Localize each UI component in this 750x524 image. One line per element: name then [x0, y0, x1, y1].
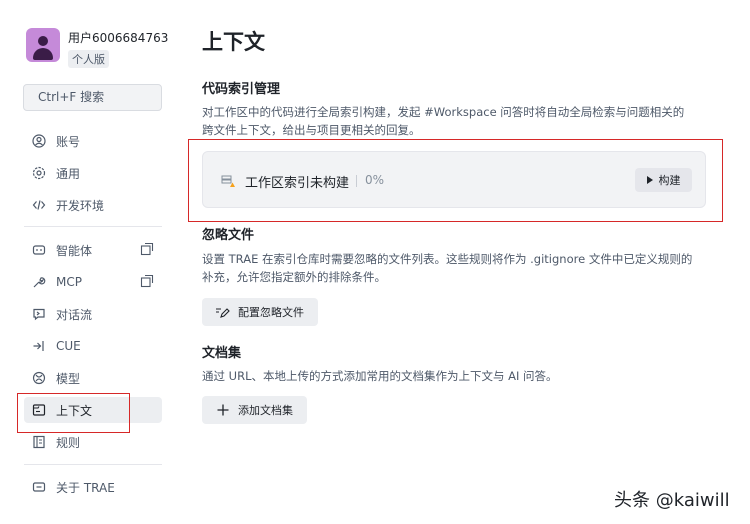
edit-icon	[215, 305, 230, 320]
sidebar-item-label: 对话流	[56, 307, 93, 322]
sidebar-item-cue[interactable]: CUE	[24, 333, 162, 359]
sidebar-divider	[24, 464, 162, 465]
watermark: 头条 @kaiwill	[614, 490, 730, 511]
add-docs-label: 添加文档集	[238, 404, 293, 417]
sidebar-item-label: 模型	[56, 371, 81, 386]
chat-icon	[31, 306, 47, 322]
code-index-title: 代码索引管理	[202, 82, 281, 97]
gear-icon	[31, 165, 47, 181]
sidebar-item-label: 开发环境	[56, 198, 105, 213]
sidebar-item-model[interactable]: 模型	[24, 365, 162, 391]
sidebar-item-label: 关于 TRAE	[56, 480, 115, 495]
code-index-description: 对工作区中的代码进行全局索引构建，发起 #Workspace 问答时将自动全局检…	[202, 105, 685, 137]
external-link-icon[interactable]	[140, 274, 154, 288]
docs-title: 文档集	[202, 346, 242, 361]
edition-badge: 个人版	[68, 50, 109, 68]
sidebar-item-mcp[interactable]: MCP	[24, 269, 162, 295]
model-icon	[31, 370, 47, 386]
sidebar-item-dev-env[interactable]: 开发环境	[24, 192, 162, 218]
add-docs-button[interactable]: 添加文档集	[202, 396, 307, 424]
sidebar-item-general[interactable]: 通用	[24, 160, 162, 186]
ignore-files-title: 忽略文件	[202, 228, 255, 243]
account-icon	[31, 133, 47, 149]
ignore-files-description: 设置 TRAE 在索引仓库时需要忽略的文件列表。这些规则将作为 .gitigno…	[202, 252, 693, 284]
sidebar-item-about[interactable]: 关于 TRAE	[24, 474, 162, 500]
avatar	[26, 28, 60, 62]
cue-icon	[31, 338, 47, 354]
about-icon	[31, 479, 47, 495]
sidebar-item-chat-flow[interactable]: 对话流	[24, 301, 162, 327]
sidebar-item-agent[interactable]: 智能体	[24, 237, 162, 263]
sidebar-item-label: CUE	[56, 339, 81, 353]
profile[interactable]: 用户6006684763 个人版	[26, 28, 168, 68]
docs-description: 通过 URL、本地上传的方式添加常用的文档集作为上下文与 AI 问答。	[202, 369, 558, 383]
sidebar: 用户6006684763 个人版 Ctrl+F 搜索 账号 通用 开发环境 智能…	[0, 0, 180, 524]
highlight-box	[188, 139, 723, 222]
configure-ignore-label: 配置忽略文件	[238, 306, 304, 319]
sidebar-divider	[24, 226, 162, 227]
wrench-icon	[31, 274, 47, 290]
code-icon	[31, 197, 47, 213]
search-button[interactable]: Ctrl+F 搜索	[23, 84, 162, 111]
sidebar-item-label: 账号	[56, 134, 81, 149]
page-title: 上下文	[202, 30, 265, 54]
configure-ignore-button[interactable]: 配置忽略文件	[202, 298, 318, 326]
username: 用户6006684763	[68, 31, 169, 45]
external-link-icon[interactable]	[140, 242, 154, 256]
sidebar-item-label: 通用	[56, 166, 81, 181]
rules-icon	[31, 434, 47, 450]
highlight-box	[17, 393, 130, 433]
sidebar-item-label: 规则	[56, 435, 81, 450]
sidebar-item-label: MCP	[56, 275, 82, 289]
sidebar-item-account[interactable]: 账号	[24, 128, 162, 154]
agent-icon	[31, 242, 47, 258]
sidebar-item-label: 智能体	[56, 243, 93, 258]
plus-icon	[215, 403, 230, 418]
